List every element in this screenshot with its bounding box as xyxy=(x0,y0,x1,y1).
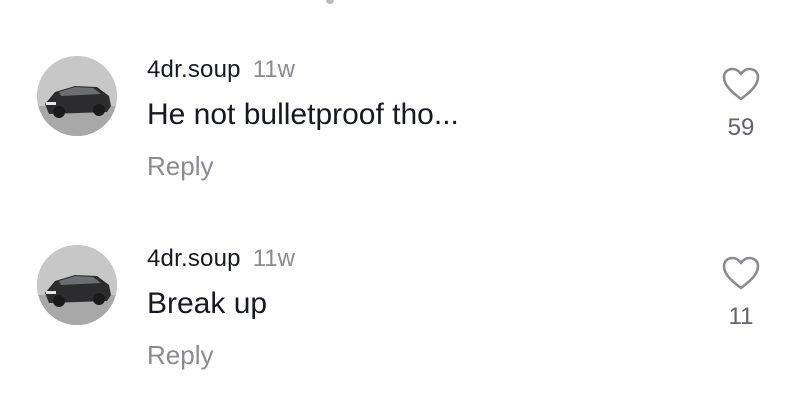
like-button[interactable]: 11 xyxy=(718,255,764,331)
comment-text: Break up xyxy=(147,287,268,320)
comment-meta: 4dr.soup 11w xyxy=(147,56,295,86)
reply-button[interactable]: Reply xyxy=(147,340,213,371)
heart-outline-icon xyxy=(722,256,760,290)
comment-item: 4dr.soup 11w He not bulletproof tho... R… xyxy=(0,56,810,206)
username[interactable]: 4dr.soup xyxy=(147,245,241,273)
car-avatar-image xyxy=(37,56,117,136)
username[interactable]: 4dr.soup xyxy=(147,56,241,84)
time-ago: 11w xyxy=(252,56,295,83)
comment-text: He not bulletproof tho... xyxy=(147,98,459,131)
heart-outline-icon xyxy=(722,67,760,101)
like-button[interactable]: 59 xyxy=(718,66,764,142)
avatar[interactable] xyxy=(37,56,117,136)
reply-button[interactable]: Reply xyxy=(147,151,213,182)
comment-meta: 4dr.soup 11w xyxy=(147,245,295,275)
previous-comment-fragment xyxy=(326,0,334,4)
comment-item: 4dr.soup 11w Break up Reply 11 xyxy=(0,245,810,395)
time-ago: 11w xyxy=(252,245,295,272)
like-count: 11 xyxy=(728,303,754,330)
car-avatar-image xyxy=(37,245,117,325)
like-count: 59 xyxy=(727,114,755,141)
avatar[interactable] xyxy=(37,245,117,325)
